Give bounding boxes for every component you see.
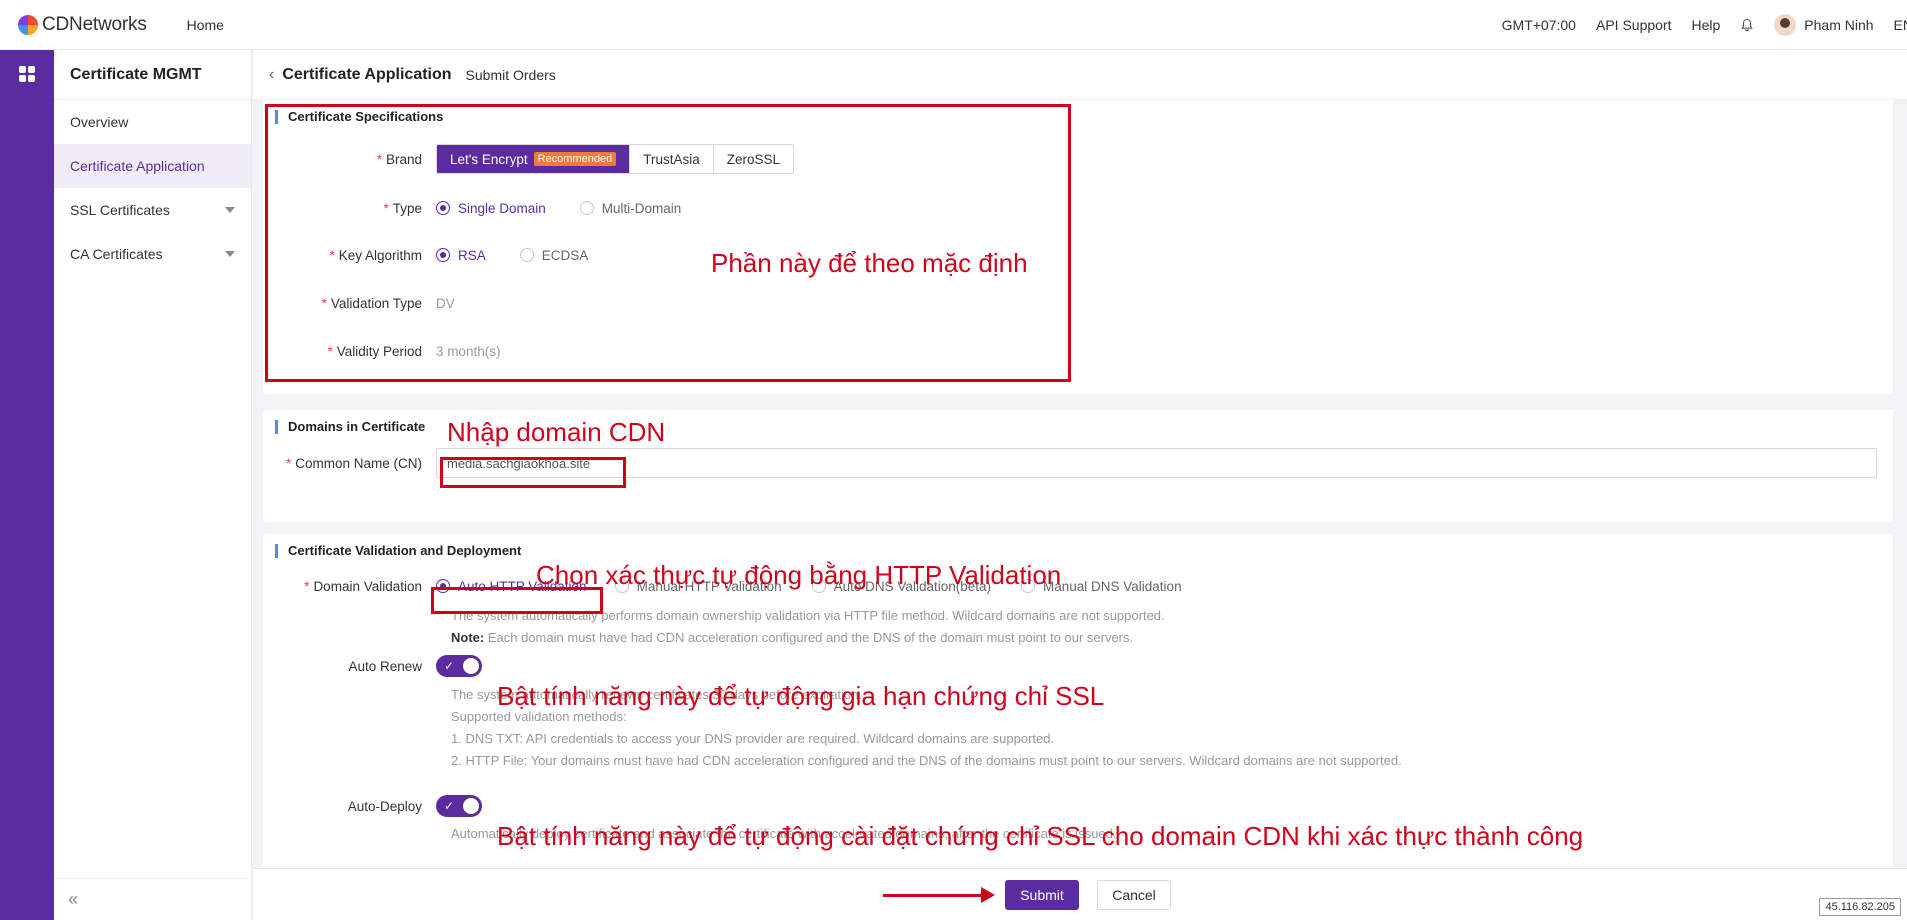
auto-renew-toggle[interactable]: ✓: [436, 655, 482, 677]
annotation-default: Phần này để theo mặc định: [711, 248, 1028, 278]
caret-down-icon: [225, 207, 235, 213]
auto-renew-row: Auto Renew ✓: [263, 651, 482, 681]
auto-http-highlight-box: [431, 587, 603, 614]
avatar: [1774, 14, 1797, 36]
ip-address-tag: 45.116.82.205: [1819, 898, 1901, 916]
double-chevron-left-icon: «: [68, 889, 79, 909]
help-link[interactable]: Help: [1691, 17, 1720, 33]
user-menu[interactable]: Pham Ninh: [1774, 14, 1874, 36]
collapse-sidebar-button[interactable]: «: [54, 878, 251, 920]
cdnetworks-logo-icon: [18, 14, 38, 35]
domain-validation-label: * Domain Validation: [304, 578, 422, 594]
check-icon: ✓: [444, 659, 455, 673]
top-bar: CDNetworks Home GMT+07:00 API Support He…: [0, 0, 1907, 50]
common-name-label: * Common Name (CN): [285, 455, 422, 471]
language-switch[interactable]: EN: [1894, 17, 1907, 33]
page-title: Certificate Application: [282, 65, 452, 83]
specs-highlight-box: [265, 104, 1071, 382]
app-rail: [0, 50, 54, 920]
note-line: Note: Each domain must have had CDN acce…: [451, 630, 1134, 645]
arrow-right-icon: [883, 887, 995, 903]
cn-highlight-box: [440, 457, 626, 488]
user-name: Pham Ninh: [1804, 17, 1874, 33]
sidebar: Certificate MGMT Overview Certificate Ap…: [54, 50, 252, 920]
bell-icon: [1741, 18, 1754, 32]
topbar-right: GMT+07:00 API Support Help Pham Ninh EN: [1482, 0, 1907, 50]
check-icon: ✓: [444, 799, 455, 813]
auto-renew-label: Auto Renew: [348, 658, 422, 674]
notification-bell[interactable]: [1740, 18, 1754, 32]
common-name-input[interactable]: [436, 448, 1877, 478]
domains-section-title: Domains in Certificate: [275, 420, 425, 434]
annotation-renew: Bật tính năng này để tự động gia hạn chứ…: [497, 681, 1105, 711]
auto-deploy-row: Auto-Deploy ✓: [263, 791, 482, 821]
page-subtitle: Submit Orders: [465, 66, 556, 83]
logo[interactable]: CDNetworks: [18, 14, 147, 36]
sidebar-item-certificate-application[interactable]: Certificate Application: [54, 144, 251, 188]
page-header: ‹ Certificate Application Submit Orders: [253, 50, 1907, 100]
apps-grid-icon[interactable]: [17, 64, 37, 84]
timezone[interactable]: GMT+07:00: [1502, 17, 1576, 33]
sidebar-item-label: CA Certificates: [70, 246, 163, 262]
annotation-domain: Nhập domain CDN: [447, 417, 666, 447]
annotation-validation: Chọn xác thực tự động bằng HTTP Validati…: [536, 560, 1062, 590]
home-link[interactable]: Home: [187, 17, 224, 33]
validation-section-title: Certificate Validation and Deployment: [275, 544, 521, 558]
auto-deploy-label: Auto-Deploy: [347, 798, 422, 814]
sidebar-title: Certificate MGMT: [54, 50, 251, 100]
logo-text: CDNetworks: [42, 13, 147, 35]
annotation-deploy: Bật tính năng này để tự động cài đặt chứ…: [497, 821, 1584, 851]
submit-button[interactable]: Submit: [1005, 880, 1079, 910]
sidebar-item-label: SSL Certificates: [70, 202, 170, 218]
auto-deploy-toggle[interactable]: ✓: [436, 795, 482, 817]
sidebar-item-overview[interactable]: Overview: [54, 100, 251, 144]
form-footer: Submit Cancel: [253, 868, 1907, 920]
cancel-button[interactable]: Cancel: [1097, 880, 1171, 910]
caret-down-icon: [225, 251, 235, 257]
chevron-left-icon[interactable]: ‹: [269, 66, 274, 84]
sidebar-item-ca-certificates[interactable]: CA Certificates: [54, 232, 251, 276]
api-support-link[interactable]: API Support: [1596, 17, 1672, 33]
sidebar-item-ssl-certificates[interactable]: SSL Certificates: [54, 188, 251, 232]
